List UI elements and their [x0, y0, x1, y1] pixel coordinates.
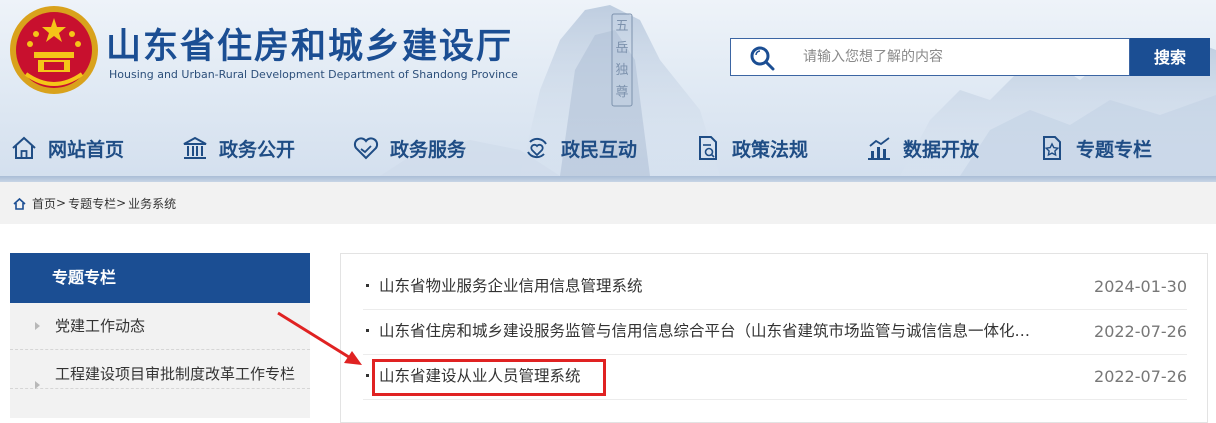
star-document-icon: [1043, 136, 1061, 160]
nav-item-label: 网站首页: [48, 138, 125, 161]
nav-item-label: 政民互动: [561, 138, 638, 161]
sidebar: 专题专栏 党建工作动态 工程建设项目审批制度改革工作专栏: [10, 253, 310, 418]
list-item-title-link[interactable]: 山东省建设从业人员管理系统: [379, 354, 581, 399]
site-subtitle: Housing and Urban-Rural Development Depa…: [109, 68, 518, 81]
sidebar-title: 专题专栏: [10, 253, 310, 303]
nav-item-label: 数据开放: [903, 138, 980, 161]
interaction-icon: [527, 137, 547, 159]
nav-item-label: 专题专栏: [1076, 138, 1153, 161]
caret-right-icon: [35, 381, 40, 389]
search-box: [730, 38, 1130, 76]
site-title: 山东省住房和城乡建设厅: [106, 27, 514, 67]
breadcrumb-home-link[interactable]: 首页: [32, 195, 56, 212]
nav-item-gov-services[interactable]: 政务服务: [352, 126, 466, 170]
national-emblem-logo: [10, 6, 98, 94]
list-item: 山东省物业服务企业信用信息管理系统 2024-01-30: [363, 264, 1187, 310]
list-item-date: 2022-07-26: [1094, 322, 1187, 341]
home-icon: [12, 136, 36, 159]
breadcrumb: 首页 > 专题专栏 > 业务系统: [0, 182, 1216, 224]
nav-item-label: 政策法规: [732, 138, 809, 161]
svg-text:独: 独: [615, 63, 628, 78]
list-item: 山东省住房和城乡建设服务监管与信用信息综合平台（山东省建筑市场监管与诚信信息一体…: [363, 309, 1187, 355]
home-icon: [13, 197, 26, 210]
nav-item-gov-affairs[interactable]: 政务公开: [181, 126, 295, 170]
svg-text:五: 五: [615, 19, 628, 34]
nav-item-open-data[interactable]: 数据开放: [865, 126, 979, 170]
search-input[interactable]: [803, 39, 1123, 75]
main-nav: 网站首页 政务公开 政务服务 政民互动 政策法规 数据开放 专题专栏: [0, 126, 1216, 170]
handshake-heart-icon: [353, 137, 379, 160]
breadcrumb-separator: >: [56, 196, 67, 210]
sidebar-item-party-building[interactable]: 党建工作动态: [10, 303, 310, 350]
list-item-date: 2022-07-26: [1094, 367, 1187, 386]
bullet-icon: [366, 284, 369, 287]
site-header: 五 岳 独 尊 山东省住房和城乡建设厅 Housing and Urban-Ru…: [0, 0, 1216, 182]
search-icon: [750, 46, 775, 71]
list-item: 山东省建设从业人员管理系统 2022-07-26: [363, 354, 1187, 400]
breadcrumb-separator: >: [116, 196, 127, 210]
breadcrumb-special-topics-link[interactable]: 专题专栏: [68, 195, 116, 212]
nav-item-home[interactable]: 网站首页: [10, 126, 124, 170]
search-button[interactable]: 搜索: [1130, 38, 1210, 76]
nav-item-interaction[interactable]: 政民互动: [523, 126, 637, 170]
sidebar-item-label: 工程建设项目审批制度改革工作专栏: [55, 365, 296, 383]
list-item-date: 2024-01-30: [1094, 277, 1187, 296]
business-systems-list: 山东省物业服务企业信用信息管理系统 2024-01-30 山东省住房和城乡建设服…: [340, 253, 1208, 423]
government-building-icon: [183, 136, 207, 159]
nav-item-label: 政务公开: [219, 138, 296, 161]
bullet-icon: [366, 329, 369, 332]
caret-right-icon: [35, 322, 40, 330]
breadcrumb-business-systems-link[interactable]: 业务系统: [128, 195, 176, 212]
list-item-title-link[interactable]: 山东省住房和城乡建设服务监管与信用信息综合平台（山东省建筑市场监管与诚信信息一体…: [379, 309, 1045, 354]
nav-item-label: 政务服务: [390, 138, 467, 161]
nav-item-policies[interactable]: 政策法规: [694, 126, 808, 170]
svg-text:尊: 尊: [615, 84, 628, 100]
sidebar-item-label: 党建工作动态: [55, 317, 146, 335]
sidebar-item-approval-reform[interactable]: 工程建设项目审批制度改革工作专栏: [10, 350, 310, 389]
chart-icon: [868, 137, 890, 160]
svg-text:岳: 岳: [615, 41, 628, 56]
document-icon: [699, 136, 717, 160]
list-item-title-link[interactable]: 山东省物业服务企业信用信息管理系统: [379, 264, 643, 309]
bullet-icon: [366, 374, 369, 377]
nav-item-special-topics[interactable]: 专题专栏: [1038, 126, 1152, 170]
